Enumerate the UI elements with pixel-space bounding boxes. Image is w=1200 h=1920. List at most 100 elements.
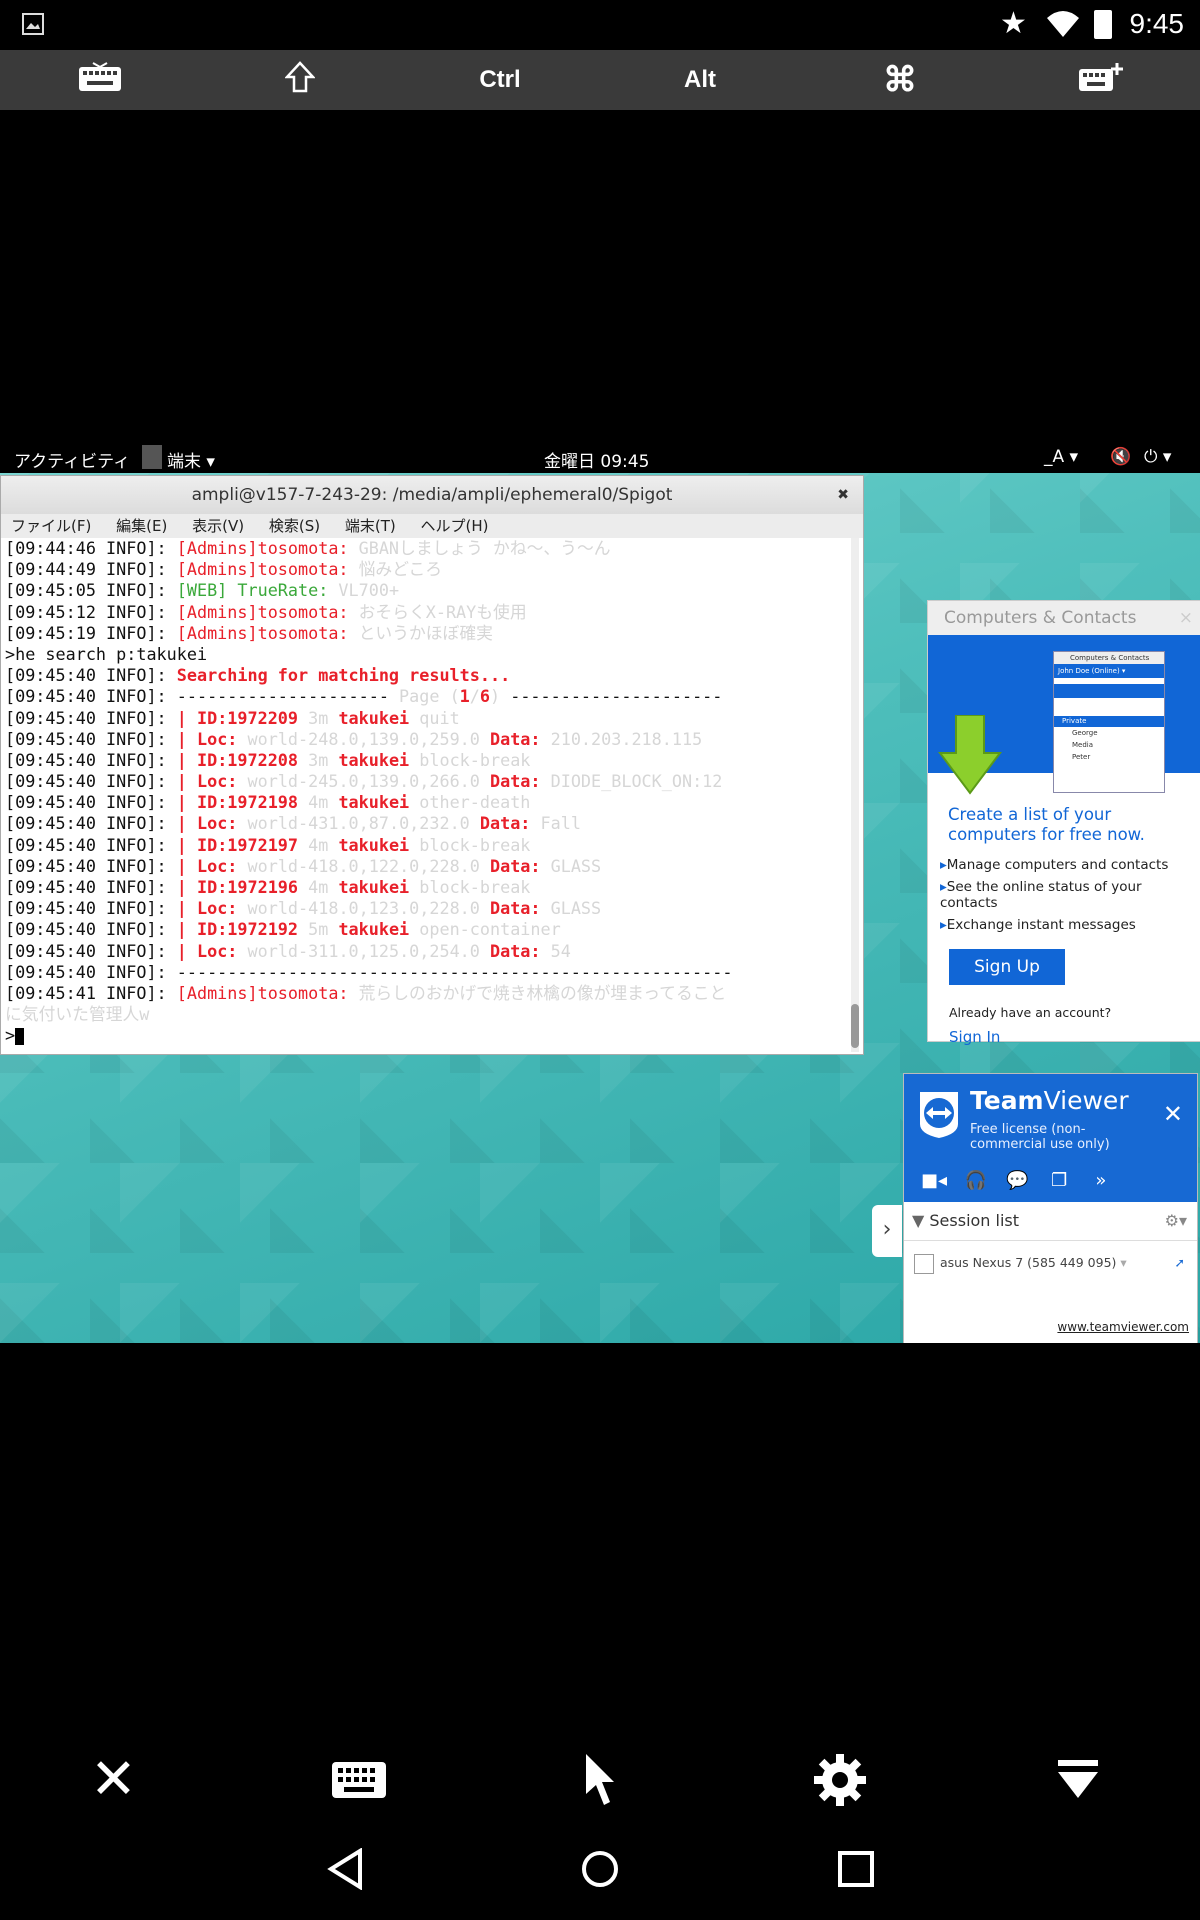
terminal-window[interactable]: ampli@v157-7-243-29: /media/ampli/epheme… (0, 475, 864, 1055)
line-prefix: [09:45:40 INFO]: (5, 813, 177, 834)
line-segment: Loc: (196, 813, 248, 834)
line-prefix: [09:45:40 INFO]: (5, 961, 177, 982)
files-icon[interactable]: ❐ (1041, 1170, 1077, 1191)
recents-icon[interactable] (836, 1848, 876, 1890)
line-segment: DIODE_BLOCK_ON:12 (550, 771, 723, 792)
alt-button[interactable]: Alt (640, 66, 760, 94)
extra-keys-button[interactable] (1040, 61, 1160, 100)
menu-search[interactable]: 検索(S) (269, 517, 320, 535)
shift-button[interactable] (240, 60, 360, 100)
top-bar-clock[interactable]: 金曜日 09:45 (544, 447, 649, 472)
line-segment: ID:1972197 (196, 834, 309, 855)
terminal-line: [09:45:12 INFO]: [Admins]tosomota: おそらくX… (5, 602, 863, 623)
line-segment: world-245.0,139.0,266.0 (247, 771, 490, 792)
power-icon[interactable]: ⏻ ▾ (1144, 447, 1171, 467)
line-segment: GLASS (550, 898, 602, 919)
line-segment: [Admins]tosomota: (176, 538, 359, 558)
line-segment: world-418.0,122.0,228.0 (247, 855, 490, 876)
menu-file[interactable]: ファイル(F) (11, 517, 91, 535)
sign-in-link[interactable]: Sign In (949, 1028, 1200, 1046)
home-icon[interactable] (580, 1848, 620, 1890)
menu-help[interactable]: ヘルプ(H) (421, 517, 489, 535)
download-arrow-icon (938, 715, 1002, 795)
line-segment: | (176, 919, 197, 940)
settings-gear-icon[interactable] (814, 1754, 866, 1806)
session-item[interactable]: asus Nexus 7 (585 449 095) ▾ ➚ (904, 1241, 1197, 1285)
input-method-menu[interactable]: _A ▾ (1044, 447, 1078, 467)
line-segment: [Admins]tosomota: (176, 622, 359, 643)
keyboard-button[interactable] (40, 61, 160, 100)
mini-title: Computers & Contacts (1054, 652, 1164, 664)
line-segment: Fall (540, 813, 581, 834)
volume-muted-icon[interactable]: 🔇 (1110, 447, 1131, 467)
terminal-line: [09:45:40 INFO]: | ID:1972192 5m takukei… (5, 919, 863, 940)
command-button[interactable]: ⌘ (840, 60, 960, 100)
line-prefix: [09:45:40 INFO]: (5, 919, 177, 940)
line-segment: 4m (308, 834, 339, 855)
sign-up-button[interactable]: Sign Up (949, 949, 1065, 985)
line-segment: | (176, 834, 197, 855)
battery-icon (1094, 10, 1112, 39)
app-menu[interactable]: 端末 ▾ (167, 447, 215, 472)
ctrl-button[interactable]: Ctrl (440, 66, 560, 94)
line-prefix: [09:45:40 INFO]: (5, 834, 177, 855)
line-segment: ID:1972198 (196, 792, 309, 813)
promo-headline: Create a list of your computers for free… (948, 805, 1145, 844)
keyboard-icon[interactable] (332, 1762, 386, 1798)
menu-edit[interactable]: 編集(E) (116, 517, 167, 535)
line-segment: Loc: (196, 855, 248, 876)
mouse-pointer-icon[interactable] (582, 1752, 618, 1808)
line-segment: block-break (419, 877, 531, 897)
keyboard-plus-icon (1079, 62, 1123, 91)
terminal-titlebar[interactable]: ampli@v157-7-243-29: /media/ampli/epheme… (1, 476, 863, 514)
remote-keyboard-toolbar: Ctrl Alt ⌘ (0, 50, 1200, 110)
wifi-icon (1046, 10, 1080, 42)
line-prefix: [09:45:40 INFO]: (5, 686, 177, 707)
session-list-header[interactable]: ▼ Session list ⚙▾ (904, 1202, 1197, 1241)
terminal-line: [09:44:46 INFO]: [Admins]tosomota: GBANし… (5, 538, 863, 559)
close-session-icon[interactable]: ✕ (90, 1752, 137, 1808)
cursor-connect-icon[interactable]: ➚ (1175, 1241, 1185, 1285)
menu-view[interactable]: 表示(V) (192, 517, 244, 535)
remote-desktop-screen[interactable]: アクティビティ 端末 ▾ 金曜日 09:45 _A ▾ 🔇 ⏻ ▾ ampli@… (0, 443, 1200, 1343)
video-icon[interactable]: ■◂ (916, 1170, 952, 1191)
line-prefix: [09:45:12 INFO]: (5, 601, 177, 622)
back-icon[interactable] (326, 1848, 366, 1890)
line-segment: GBANしましょう かね～、う～ん (358, 538, 611, 558)
feature-list: ▸Manage computers and contacts ▸See the … (940, 857, 1195, 933)
menu-terminal[interactable]: 端末(T) (345, 517, 396, 535)
close-icon[interactable]: ✕ (1163, 1100, 1183, 1128)
terminal-line: [09:45:40 INFO]: | ID:1972209 3m takukei… (5, 708, 863, 729)
activities-button[interactable]: アクティビティ (14, 447, 130, 472)
scrollbar-thumb[interactable] (851, 1004, 859, 1048)
collapse-panel-handle[interactable]: › (872, 1205, 902, 1257)
close-icon[interactable]: × (1179, 601, 1193, 635)
terminal-line: [09:45:40 INFO]: | Loc: world-418.0,122.… (5, 856, 863, 877)
teamviewer-header: TeamViewer Free license (non-commercial … (904, 1074, 1197, 1202)
settings-gear-icon[interactable]: ⚙▾ (1165, 1202, 1187, 1240)
terminal-line: > (5, 1025, 863, 1046)
terminal-output[interactable]: [09:44:46 INFO]: [Admins]tosomota: GBANし… (1, 538, 863, 1052)
panel-header: Computers & Contacts × (928, 601, 1200, 635)
teamviewer-panel: TeamViewer Free license (non-commercial … (903, 1073, 1198, 1343)
headset-icon[interactable]: 🎧 (958, 1170, 994, 1191)
feature-item: ▸Exchange instant messages (940, 917, 1136, 933)
hide-toolbar-icon[interactable] (1056, 1758, 1100, 1802)
mini-contacts-window: Computers & Contacts John Doe (Online) ▾… (1053, 651, 1165, 793)
teamviewer-action-bar: ■◂ 🎧 💬 ❐ » (916, 1170, 1119, 1191)
terminal-scrollbar[interactable] (851, 538, 859, 1052)
line-segment: [Admins]tosomota: (176, 559, 359, 580)
line-prefix: [09:45:05 INFO]: (5, 580, 177, 601)
close-icon[interactable]: ✖ (837, 476, 849, 514)
teamviewer-website-link[interactable]: www.teamviewer.com (1057, 1320, 1189, 1334)
android-navigation-bar (0, 1840, 1200, 1900)
terminal-line: [09:45:40 INFO]: | Loc: world-431.0,87.0… (5, 813, 863, 834)
line-segment: Data: (490, 855, 551, 876)
line-segment: ID:1972192 (196, 919, 309, 940)
line-segment: | (176, 707, 197, 728)
terminal-line: [09:45:40 INFO]: | ID:1972196 4m takukei… (5, 877, 863, 898)
line-segment: | (176, 728, 197, 749)
more-icon[interactable]: » (1083, 1170, 1119, 1191)
line-segment: takukei (338, 919, 420, 940)
chat-icon[interactable]: 💬 (999, 1170, 1035, 1191)
